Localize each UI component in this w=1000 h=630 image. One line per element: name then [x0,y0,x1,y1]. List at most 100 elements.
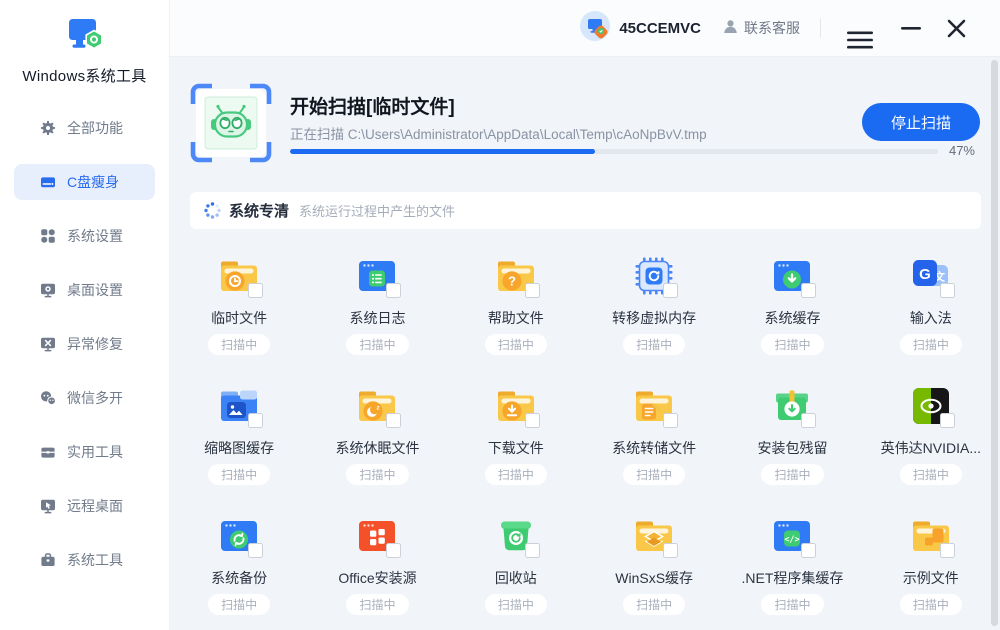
translate-icon: 文G [909,254,953,298]
item-status-badge: 扫描中 [485,464,547,485]
svg-text:?: ? [508,274,516,289]
scan-progress-bar [290,149,938,154]
folder-help-icon: ? [494,254,538,298]
sidebar-item-briefcase[interactable]: 系统工具 [14,542,155,578]
contact-support-label: 联系客服 [744,18,800,38]
sidebar-item-wechat[interactable]: 微信多开 [14,380,155,416]
item-status-badge: 扫描中 [623,464,685,485]
sidebar-item-monitor-remote[interactable]: 远程桌面 [14,488,155,524]
sidebar-item-toolbox[interactable]: 实用工具 [14,434,155,470]
item-label: 系统日志 [349,308,405,328]
main-content: 开始扫描[临时文件] 正在扫描 C:\Users\Administrator\A… [170,57,1000,630]
monitor-fix-icon [40,336,56,352]
category-item[interactable]: Office安装源扫描中 [308,514,446,615]
sidebar-item-label: 系统设置 [67,226,123,246]
category-item[interactable]: 下载文件扫描中 [447,384,585,485]
item-status-badge: 扫描中 [485,594,547,615]
category-item[interactable]: ?帮助文件扫描中 [447,254,585,355]
sidebar-item-disk[interactable]: C盘瘦身 [14,164,155,200]
close-button[interactable] [943,15,970,42]
item-checkbox[interactable] [525,413,540,428]
sidebar-item-label: C盘瘦身 [67,172,119,192]
category-item[interactable]: 示例文件扫描中 [862,514,1000,615]
grid-icon [40,228,56,244]
item-checkbox[interactable] [525,543,540,558]
item-checkbox[interactable] [386,413,401,428]
item-status-badge: 扫描中 [346,334,408,355]
category-item[interactable]: 回收站扫描中 [447,514,585,615]
item-status-badge: 扫描中 [346,464,408,485]
item-checkbox[interactable] [248,283,263,298]
item-checkbox[interactable] [940,283,955,298]
item-label: 系统缓存 [764,308,820,328]
item-label: .NET程序集缓存 [742,568,844,588]
item-status-badge: 扫描中 [761,334,823,355]
sidebar-item-label: 异常修复 [67,334,123,354]
item-checkbox[interactable] [386,543,401,558]
item-label: Office安装源 [338,568,416,588]
folder-layers-icon [632,514,676,558]
close-icon [947,19,966,38]
monitor-remote-icon [40,498,56,514]
category-item[interactable]: 系统备份扫描中 [170,514,308,615]
category-item[interactable]: 安装包残留扫描中 [723,384,861,485]
sidebar-menu: 全部功能 C盘瘦身系统设置桌面设置异常修复微信多开实用工具远程桌面系统工具 [0,110,169,578]
item-label: 回收站 [495,568,537,588]
vertical-scrollbar[interactable] [991,60,998,626]
item-label: 下载文件 [488,438,544,458]
item-checkbox[interactable] [663,283,678,298]
sidebar-item-monitor-gear[interactable]: 桌面设置 [14,272,155,308]
category-item[interactable]: 转移虚拟内存扫描中 [585,254,723,355]
stop-scan-button[interactable]: 停止扫描 [862,103,980,141]
item-checkbox[interactable] [801,283,816,298]
item-label: 示例文件 [903,568,959,588]
item-checkbox[interactable] [386,283,401,298]
user-account[interactable]: 45CCEMVC [580,11,701,46]
sidebar-item-label: 微信多开 [67,388,123,408]
minimize-icon [901,20,921,36]
monitor-gear-icon [40,282,56,298]
category-item[interactable]: 系统转储文件扫描中 [585,384,723,485]
main-menu-button[interactable] [843,27,877,53]
sidebar-item-gear[interactable]: 全部功能 [14,110,155,146]
category-item[interactable]: 临时文件扫描中 [170,254,308,355]
item-label: 输入法 [910,308,952,328]
svg-text:G: G [919,266,931,283]
sidebar-item-monitor-fix[interactable]: 异常修复 [14,326,155,362]
item-checkbox[interactable] [525,283,540,298]
user-avatar-icon [580,11,610,46]
category-item[interactable]: 系统缓存扫描中 [723,254,861,355]
folder-image-icon [217,384,261,428]
item-checkbox[interactable] [940,413,955,428]
item-checkbox[interactable] [663,543,678,558]
item-checkbox[interactable] [940,543,955,558]
category-item[interactable]: 文G输入法扫描中 [862,254,1000,355]
disk-icon [40,174,56,190]
category-item[interactable]: 英伟达NVIDIA...扫描中 [862,384,1000,485]
package-icon [770,384,814,428]
item-checkbox[interactable] [248,413,263,428]
category-item[interactable]: </>.NET程序集缓存扫描中 [723,514,861,615]
item-label: 系统转储文件 [612,438,696,458]
item-status-badge: 扫描中 [900,594,962,615]
app-window: Windows系统工具 全部功能C盘瘦身系统设置桌面设置异常修复微信多开实用工具… [0,0,1000,630]
briefcase-icon [40,552,56,568]
category-item[interactable]: 缩略图缓存扫描中 [170,384,308,485]
contact-support-button[interactable]: 联系客服 [723,18,800,38]
folder-sleep-icon: z [355,384,399,428]
item-checkbox[interactable] [801,543,816,558]
item-status-badge: 扫描中 [761,464,823,485]
chip-icon [632,254,676,298]
header-divider [820,18,821,38]
item-checkbox[interactable] [248,543,263,558]
app-logo-icon [0,0,169,63]
svg-text:</>: </> [785,535,800,545]
recycle-bin-icon [494,514,538,558]
category-item[interactable]: z系统休眠文件扫描中 [308,384,446,485]
minimize-button[interactable] [897,16,925,40]
item-checkbox[interactable] [663,413,678,428]
category-item[interactable]: 系统日志扫描中 [308,254,446,355]
item-checkbox[interactable] [801,413,816,428]
sidebar-item-grid[interactable]: 系统设置 [14,218,155,254]
category-item[interactable]: WinSxS缓存扫描中 [585,514,723,615]
